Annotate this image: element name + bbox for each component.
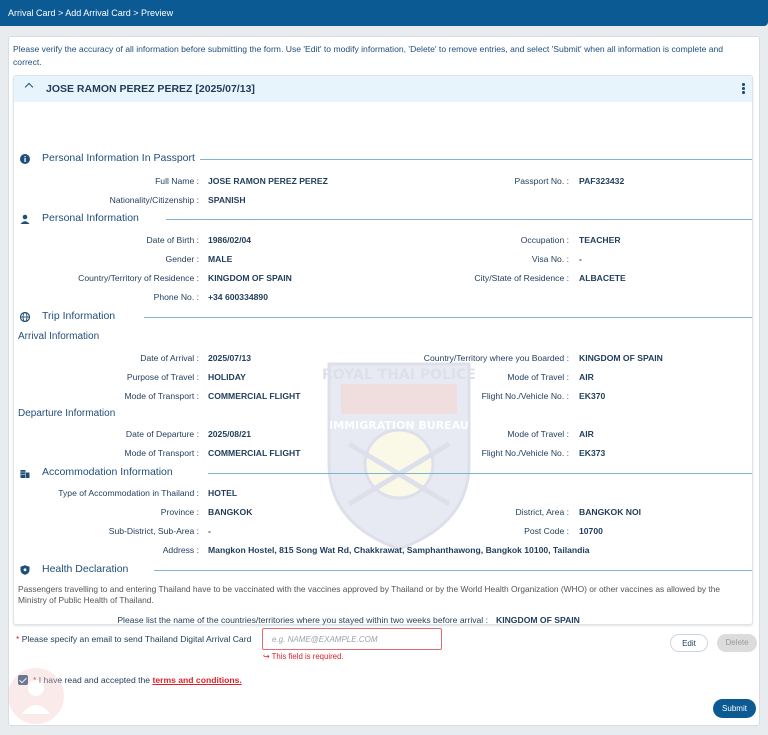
required-mark: * (16, 634, 20, 644)
building-icon (20, 470, 30, 478)
postcode-value: 10700 (579, 526, 603, 536)
label: Country/Territory where you Boarded : (423, 353, 569, 363)
departure-flight-value: EK373 (579, 448, 606, 458)
occupation-value: TEACHER (579, 235, 621, 245)
label: Mode of Travel : (507, 372, 569, 382)
divider (166, 219, 752, 220)
email-error: ↪ This field is required. (263, 652, 344, 661)
gender-value: MALE (208, 254, 233, 264)
subdistrict-value: - (208, 526, 211, 536)
section-personal: Personal Information (18, 212, 752, 226)
label: Purpose of Travel : (126, 372, 199, 382)
health-declaration-text: Passengers travelling to and entering Th… (18, 584, 721, 605)
arrival-mode-value: AIR (579, 372, 594, 382)
section-passport: Personal Information In Passport (18, 152, 752, 166)
error-arrow-icon: ↪ (263, 652, 270, 661)
accommodation-type-value: HOTEL (208, 488, 238, 498)
label: Address : (162, 545, 199, 555)
section-health: Health Declaration (18, 563, 752, 577)
full-name-value: JOSE RAMON PEREZ PEREZ (208, 176, 328, 186)
section-trip: Trip Information (18, 310, 752, 324)
section-accommodation: Accommodation Information (18, 466, 752, 480)
label: Type of Accommodation in Thailand : (58, 488, 199, 498)
passport-no-value: PAF323432 (579, 176, 625, 186)
label: Flight No./Vehicle No. : (481, 391, 569, 401)
visa-value: - (579, 254, 582, 264)
terms-link[interactable]: terms and conditions. (152, 675, 241, 685)
more-options-icon[interactable] (742, 83, 745, 95)
logo-watermark-icon (8, 668, 64, 724)
label: Passport No. : (514, 176, 569, 186)
info-icon (20, 154, 30, 164)
arrival-card-panel: JOSE RAMON PEREZ PEREZ [2025/07/13] ROYA… (13, 75, 757, 652)
email-input[interactable] (262, 628, 442, 650)
section-title: Personal Information In Passport (42, 152, 195, 164)
subsection-title: Arrival Information (18, 331, 100, 342)
label: Sub-District, Sub-Area : (108, 526, 199, 536)
label: Date of Arrival : (140, 353, 199, 363)
arrival-transport-value: COMMERCIAL FLIGHT (208, 391, 301, 401)
person-icon (20, 214, 30, 224)
countries-value: KINGDOM OF SPAIN (496, 615, 580, 625)
edit-button[interactable]: Edit (670, 634, 708, 652)
label: Province : (160, 507, 199, 517)
district-value: BANGKOK NOI (579, 507, 642, 517)
label: Visa No. : (531, 254, 569, 264)
label: Please list the name of the countries/te… (117, 615, 488, 625)
arrival-flight-value: EK370 (579, 391, 606, 401)
panel-header[interactable]: JOSE RAMON PEREZ PEREZ [2025/07/13] (14, 76, 752, 102)
arrival-date-value: 2025/07/13 (208, 353, 252, 363)
page-card: Please verify the accuracy of all inform… (8, 36, 760, 726)
section-title: Accommodation Information (42, 466, 173, 478)
label: Phone No. : (153, 292, 199, 302)
label: Mode of Transport : (124, 391, 199, 401)
label: Date of Birth : (146, 235, 199, 245)
breadcrumb[interactable]: Arrival Card > Add Arrival Card > Previe… (8, 8, 173, 18)
province-value: BANGKOK (208, 507, 253, 517)
top-bar: Arrival Card > Add Arrival Card > Previe… (0, 0, 768, 26)
label: Gender : (165, 254, 199, 264)
city-value: ALBACETE (579, 273, 626, 283)
purpose-value: HOLIDAY (208, 372, 246, 382)
divider (200, 159, 752, 160)
error-text: This field is required. (271, 652, 344, 661)
phone-value: +34 600334890 (208, 292, 268, 302)
nationality-value: SPANISH (208, 195, 246, 205)
divider (208, 473, 752, 474)
shield-icon (20, 565, 30, 575)
subsection-title: Departure Information (18, 408, 116, 419)
departure-transport-value: COMMERCIAL FLIGHT (208, 448, 301, 458)
label: Flight No./Vehicle No. : (481, 448, 569, 458)
departure-date-value: 2025/08/21 (208, 429, 252, 439)
label: Occupation : (520, 235, 569, 245)
label: Mode of Transport : (124, 448, 199, 458)
divider (154, 570, 752, 571)
label: Nationality/Citizenship : (109, 195, 199, 205)
residence-value: KINGDOM OF SPAIN (208, 273, 292, 283)
section-title: Health Declaration (42, 563, 129, 575)
label: Full Name : (155, 176, 199, 186)
boarded-value: KINGDOM OF SPAIN (579, 353, 663, 363)
label: Post Code : (524, 526, 569, 536)
email-label: * Please specify an email to send Thaila… (16, 634, 251, 644)
dob-value: 1986/02/04 (208, 235, 252, 245)
label: Date of Departure : (125, 429, 199, 439)
panel-title: JOSE RAMON PEREZ PEREZ [2025/07/13] (46, 83, 255, 95)
globe-icon (20, 312, 30, 322)
submit-button[interactable]: Submit (713, 699, 756, 718)
section-title: Personal Information (42, 212, 139, 224)
address-value: Mangkon Hostel, 815 Song Wat Rd, Chakkra… (208, 545, 590, 555)
label: Country/Territory of Residence : (78, 273, 199, 283)
email-label-text: Please specify an email to send Thailand… (21, 634, 252, 644)
notice-text: Please verify the accuracy of all inform… (13, 44, 724, 67)
section-title: Trip Information (42, 310, 116, 322)
label: Mode of Travel : (507, 429, 569, 439)
chevron-up-icon[interactable] (24, 82, 34, 92)
delete-button[interactable]: Delete (717, 634, 757, 652)
label: City/State of Residence : (474, 273, 569, 283)
departure-mode-value: AIR (579, 429, 594, 439)
divider (144, 317, 752, 318)
label: District, Area : (515, 507, 569, 517)
